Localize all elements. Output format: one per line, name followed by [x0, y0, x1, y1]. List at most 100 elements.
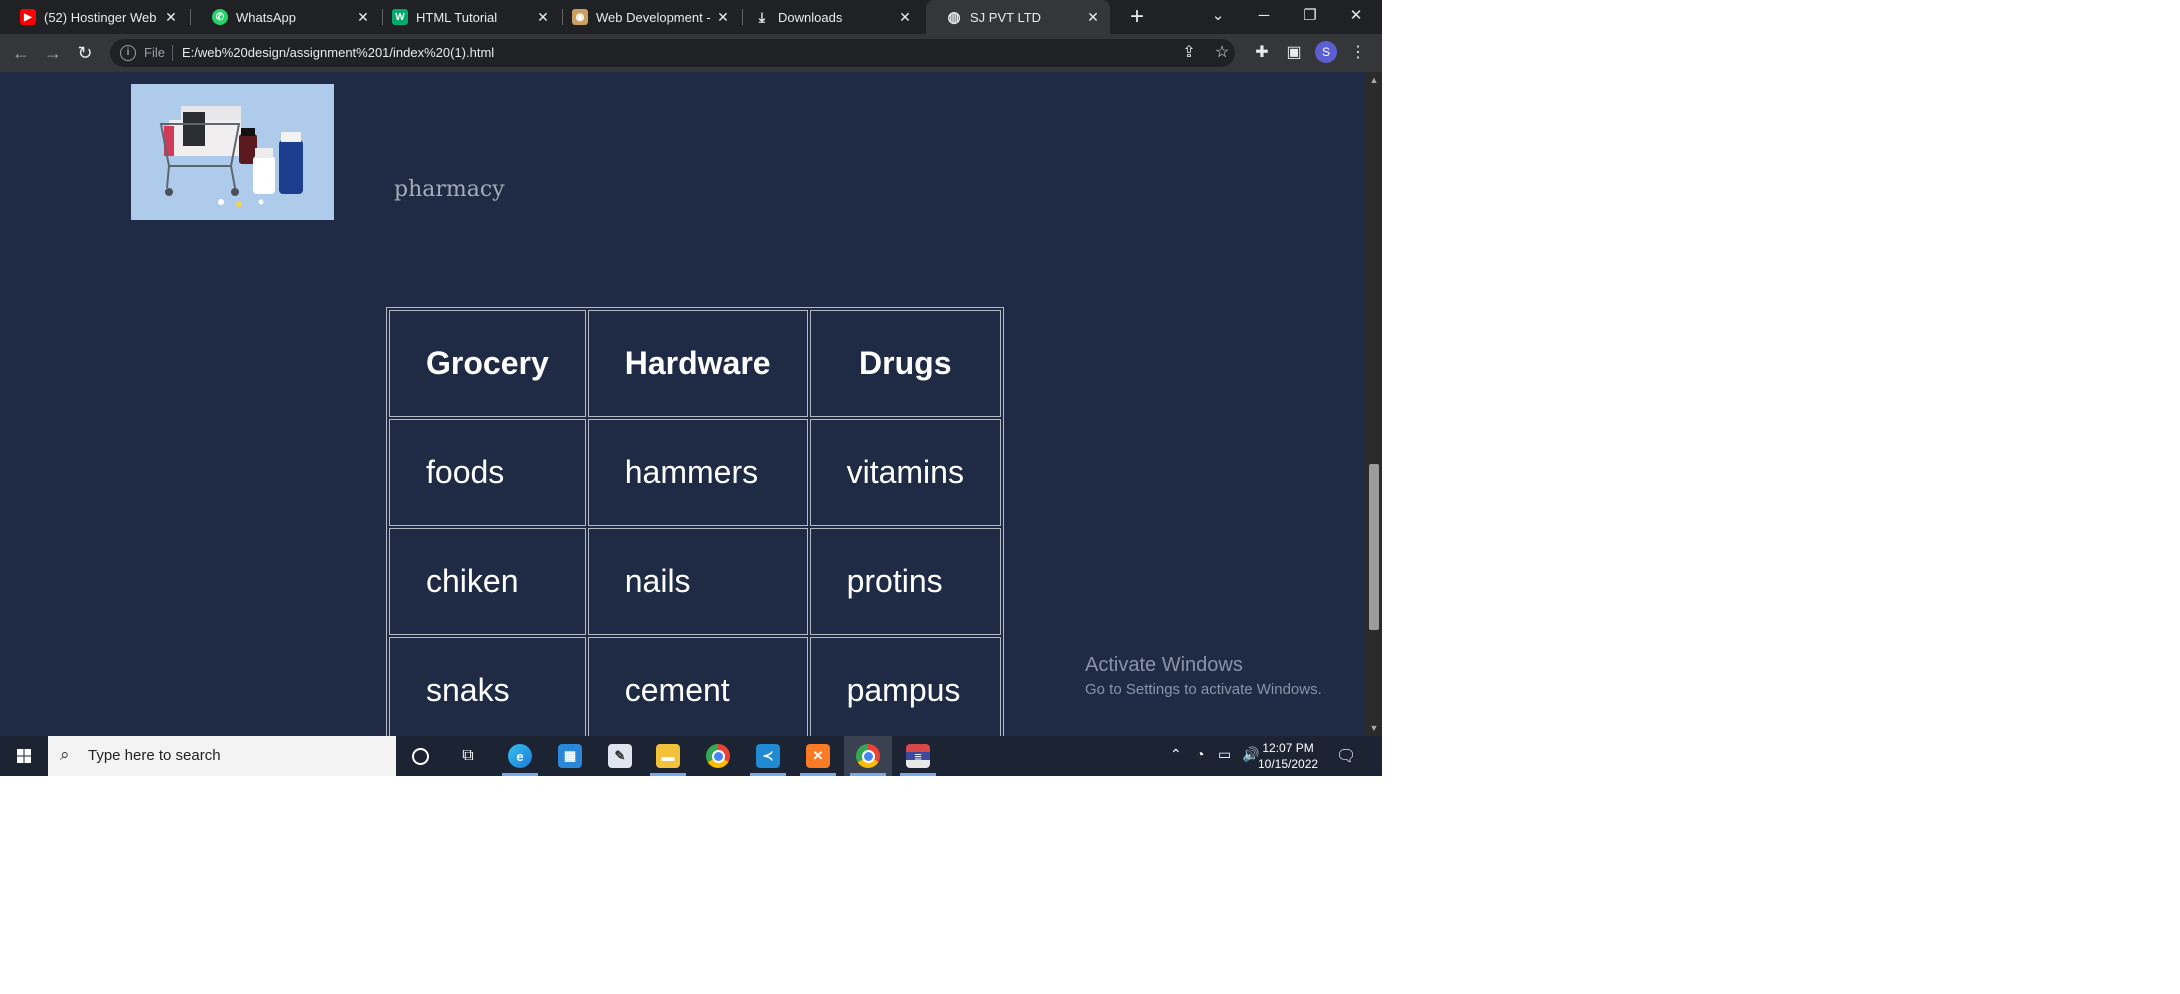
tab-whatsapp[interactable]: ✆ WhatsApp ✕: [192, 0, 380, 34]
w3schools-icon: W: [392, 9, 408, 25]
products-table: Grocery Hardware Drugs foods hammers vit…: [386, 307, 1004, 736]
folder-icon: ▬: [656, 744, 680, 768]
extensions-icon[interactable]: ✚: [1250, 41, 1274, 65]
watermark-subtitle: Go to Settings to activate Windows.: [1085, 681, 1322, 698]
whatsapp-icon: ✆: [212, 9, 228, 25]
close-tab-icon[interactable]: ✕: [712, 9, 734, 26]
windows-taskbar: ⌕ Type here to search ⧉ e ▦ ✎ ▬ ≺ ✕ ≡ ⌃ …: [0, 736, 1382, 776]
taskbar-store[interactable]: ▦: [546, 736, 594, 776]
notification-center-icon[interactable]: 🗨: [1336, 746, 1356, 766]
volume-icon[interactable]: 🔊: [1242, 746, 1259, 763]
taskbar-chrome-profile[interactable]: [844, 736, 892, 776]
table-cell: hammers: [587, 419, 808, 526]
start-button[interactable]: [0, 736, 48, 776]
table-cell: foods: [389, 419, 586, 526]
info-icon[interactable]: i: [120, 45, 136, 61]
restore-button[interactable]: ❐: [1287, 0, 1333, 34]
clock-date: 10/15/2022: [1258, 757, 1319, 771]
new-tab-button[interactable]: +: [1122, 2, 1152, 32]
taskbar-xampp[interactable]: ✕: [794, 736, 842, 776]
taskbar-file-explorer[interactable]: ▬: [644, 736, 692, 776]
store-icon: ▦: [558, 744, 582, 768]
task-view-icon: ⧉: [462, 747, 474, 764]
clock-time: 12:07 PM: [1262, 741, 1314, 755]
scroll-down-arrow-icon[interactable]: ▼: [1366, 720, 1382, 736]
taskbar-notepad[interactable]: ✎: [596, 736, 644, 776]
forward-button[interactable]: →: [40, 40, 66, 66]
running-indicator: [850, 773, 886, 776]
search-placeholder: Type here to search: [88, 747, 221, 764]
running-indicator: [502, 773, 538, 776]
download-icon: ⤓: [758, 8, 766, 25]
address-divider: [172, 45, 173, 61]
taskbar-app-flag[interactable]: ≡: [894, 736, 942, 776]
cortana-circle-icon: [411, 747, 429, 765]
minimize-button[interactable]: ─: [1241, 0, 1287, 34]
scrollbar-thumb[interactable]: [1369, 464, 1379, 630]
tab-sj-pvt-ltd[interactable]: ◍ SJ PVT LTD ✕: [926, 0, 1110, 34]
column-header: Grocery: [389, 310, 586, 417]
page-scrollbar[interactable]: ▲ ▼: [1366, 72, 1382, 736]
address-bar[interactable]: i File E:/web%20design/assignment%201/in…: [110, 39, 1235, 67]
xampp-icon: ✕: [806, 744, 830, 768]
side-panel-icon[interactable]: ▣: [1282, 41, 1306, 65]
taskbar-search-box[interactable]: ⌕ Type here to search: [48, 736, 396, 776]
close-tab-icon[interactable]: ✕: [160, 9, 182, 26]
edge-icon: e: [508, 744, 532, 768]
table-cell: snaks: [389, 637, 586, 736]
back-button[interactable]: ←: [8, 40, 34, 66]
tab-search-chevron-icon[interactable]: ⌄: [1195, 0, 1241, 34]
table-cell: protins: [809, 528, 1001, 635]
tab-hostinger[interactable]: ▶ (52) Hostinger Web H ✕: [0, 0, 188, 34]
close-tab-icon[interactable]: ✕: [894, 9, 916, 26]
show-hidden-icons-chevron-icon[interactable]: ⌃: [1170, 746, 1182, 763]
document-icon: ✎: [608, 744, 632, 768]
youtube-icon: ▶: [20, 9, 36, 25]
task-view-button[interactable]: ⧉: [444, 736, 492, 776]
close-tab-icon[interactable]: ✕: [1082, 9, 1104, 26]
tab-label: SJ PVT LTD: [970, 9, 1042, 25]
tab-label: (52) Hostinger Web H: [44, 9, 160, 25]
tab-downloads[interactable]: ⤓ Downloads ✕: [734, 0, 922, 34]
reload-button[interactable]: ↻: [72, 40, 98, 66]
chrome-profile-icon: [856, 744, 880, 768]
running-indicator: [750, 773, 786, 776]
chrome-icon: [706, 744, 730, 768]
table-header-row: Grocery Hardware Drugs: [389, 310, 1001, 417]
tab-label: WhatsApp: [236, 9, 296, 25]
column-header: Drugs: [809, 310, 1001, 417]
url-text[interactable]: E:/web%20design/assignment%201/index%20(…: [182, 45, 494, 60]
tab-strip: ▶ (52) Hostinger Web H ✕ ✆ WhatsApp ✕ W …: [0, 0, 1382, 34]
cortana-button[interactable]: [396, 736, 444, 776]
network-icon[interactable]: ◔: [1196, 746, 1204, 762]
taskbar-edge[interactable]: e: [496, 736, 544, 776]
page-viewport: pharmacy Grocery Hardware Drugs foods ha…: [0, 72, 1366, 736]
globe-icon: ◍: [947, 9, 961, 26]
search-icon: ⌕: [60, 745, 70, 764]
system-clock[interactable]: 12:07 PM 10/15/2022: [1258, 740, 1318, 772]
running-indicator: [650, 773, 686, 776]
scroll-up-arrow-icon[interactable]: ▲: [1366, 72, 1382, 88]
tab-html-tutorial[interactable]: W HTML Tutorial ✕: [372, 0, 560, 34]
taskbar-chrome[interactable]: [694, 736, 742, 776]
close-tab-icon[interactable]: ✕: [532, 9, 554, 26]
table-cell: chiken: [389, 528, 586, 635]
share-icon[interactable]: ⇪: [1177, 41, 1201, 65]
page-favicon-icon: ◉: [572, 9, 588, 25]
taskbar-vscode[interactable]: ≺: [744, 736, 792, 776]
menu-kebab-icon[interactable]: ⋮: [1346, 41, 1370, 65]
windows-logo-icon: [17, 749, 31, 763]
tab-web-development[interactable]: ◉ Web Development - T ✕: [552, 0, 740, 34]
running-indicator: [800, 773, 836, 776]
bookmark-star-icon[interactable]: ☆: [1210, 41, 1234, 65]
table-row: chiken nails protins: [389, 528, 1001, 635]
battery-icon[interactable]: ▭: [1218, 746, 1231, 763]
running-indicator: [900, 773, 936, 776]
close-window-button[interactable]: ✕: [1333, 0, 1379, 34]
watermark-title: Activate Windows: [1085, 654, 1243, 676]
close-tab-icon[interactable]: ✕: [352, 9, 374, 26]
tab-label: HTML Tutorial: [416, 9, 498, 25]
profile-avatar[interactable]: S: [1315, 41, 1337, 63]
table-row: foods hammers vitamins: [389, 419, 1001, 526]
table-cell: nails: [587, 528, 808, 635]
